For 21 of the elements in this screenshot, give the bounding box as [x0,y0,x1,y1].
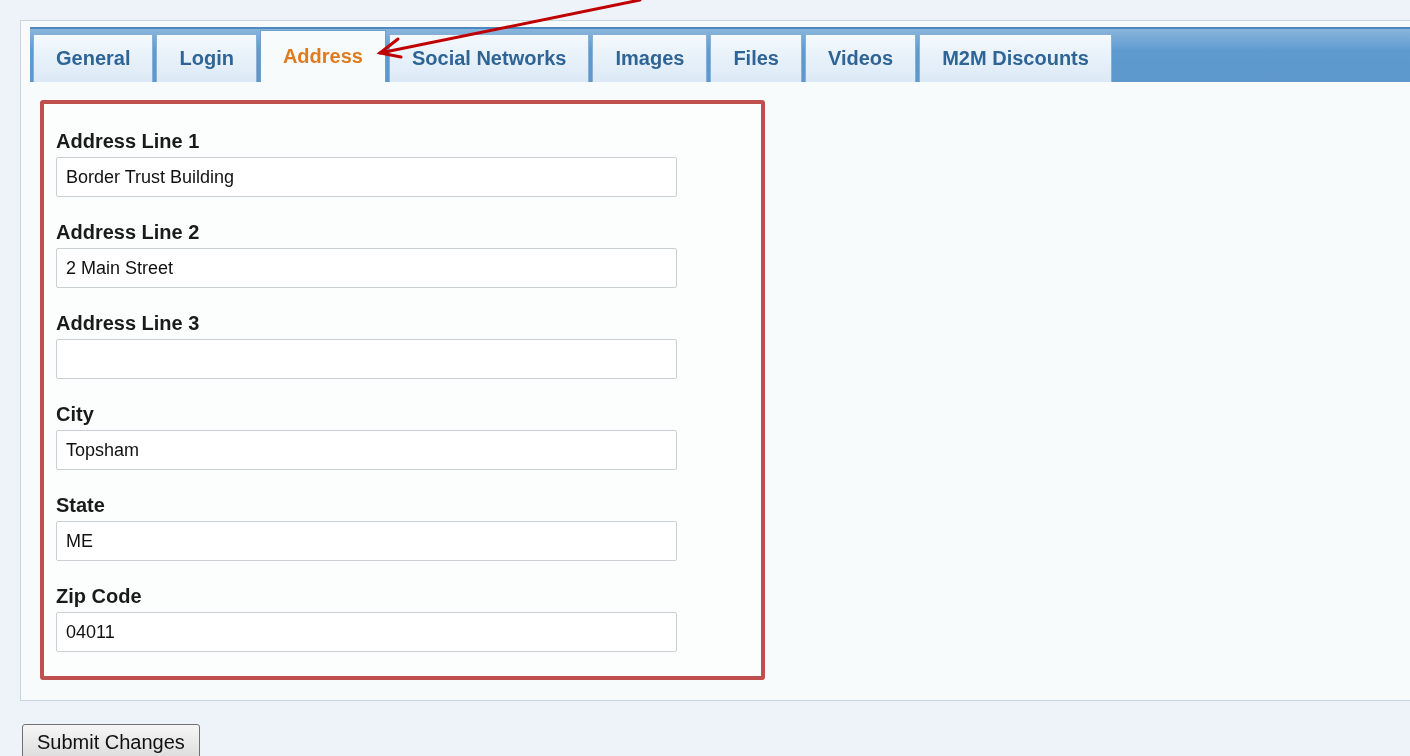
input-field[interactable]: Topsham [56,430,677,470]
field-label: State [56,494,106,518]
field-label: Zip Code [56,585,143,609]
input-field[interactable]: Border Trust Building [56,157,677,197]
tab[interactable]: M2M Discounts [919,34,1112,82]
tab[interactable]: Videos [805,34,917,82]
input-field[interactable]: 2 Main Street [56,248,677,288]
input-field[interactable]: 04011 [56,612,677,652]
submit-button[interactable]: Submit Changes [22,724,200,756]
field-label: Address Line 3 [56,312,201,336]
tab[interactable]: General [33,34,154,82]
tab[interactable]: Login [156,34,257,82]
tab[interactable]: Social Networks [388,34,590,82]
tab[interactable]: Files [710,34,802,82]
field-label: City [56,403,95,427]
tab[interactable]: Address [259,30,386,82]
tab[interactable]: Images [592,34,708,82]
input-field[interactable] [56,339,677,379]
input-field[interactable]: ME [56,521,677,561]
field-label: Address Line 2 [56,221,201,245]
field-label: Address Line 1 [56,130,201,154]
